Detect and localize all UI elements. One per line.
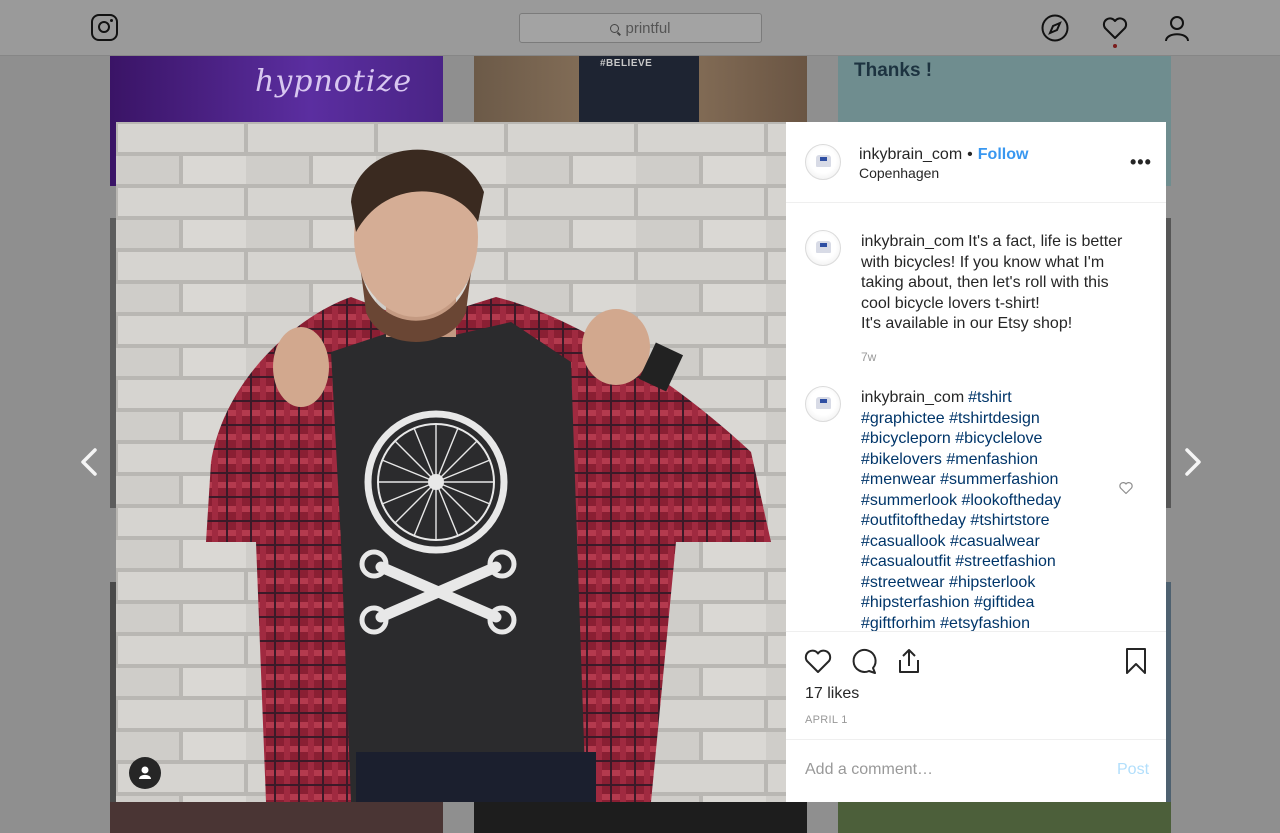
- hashtag-line[interactable]: #giftforhim #etsyfashion: [861, 614, 1141, 632]
- post-details-panel: inkybrain_com • Follow Copenhagen ••• in…: [786, 122, 1166, 802]
- post-author-line: inkybrain_com • Follow: [859, 146, 1028, 164]
- bookmark-icon[interactable]: [1121, 646, 1151, 676]
- caption-line: with bicycles! If you know what I'm: [861, 253, 1105, 271]
- add-comment-bar: Post: [786, 739, 1166, 802]
- caption-line: It's available in our Etsy shop!: [861, 315, 1073, 332]
- hashtag-line[interactable]: #menwear #summerfashion: [861, 470, 1141, 491]
- post-button[interactable]: Post: [1117, 761, 1149, 779]
- caption-line: cool bicycle lovers t-shirt!: [861, 294, 1040, 312]
- more-options-button[interactable]: •••: [1130, 152, 1152, 173]
- search-text: printful: [625, 19, 671, 37]
- chevron-right-icon[interactable]: [1181, 447, 1205, 477]
- post-date: APRIL 1: [805, 714, 848, 726]
- post-username[interactable]: inkybrain_com: [859, 146, 962, 164]
- hashtag-line[interactable]: #graphictee #tshirtdesign: [861, 409, 1141, 430]
- hashtag-line[interactable]: #outfitoftheday #tshirtstore: [861, 511, 1141, 532]
- avatar[interactable]: [805, 386, 841, 422]
- avatar[interactable]: [805, 144, 841, 180]
- caption-line: It's a fact, life is better: [968, 233, 1123, 250]
- comments-list[interactable]: inkybrain_com It's a fact, life is better…: [786, 204, 1166, 631]
- instagram-icon[interactable]: [91, 14, 118, 41]
- notification-dot: [1113, 44, 1117, 48]
- hashtag-line[interactable]: #bicycleporn #bicyclelove: [861, 429, 1141, 450]
- grid-tile[interactable]: [110, 802, 443, 833]
- caption-time[interactable]: 7w: [861, 350, 876, 364]
- caption-line: taking about, then let's roll with this: [861, 274, 1109, 291]
- avatar[interactable]: [805, 230, 841, 266]
- comment: inkybrain_com #tshirt #graphictee #tshirt…: [861, 388, 1141, 631]
- grid-tile[interactable]: [838, 802, 1171, 833]
- tile-text: #BELIEVE: [600, 58, 653, 69]
- likes-count[interactable]: 17 likes: [805, 685, 859, 703]
- hashtag-line[interactable]: #hipsterfashion #giftidea: [861, 593, 1141, 614]
- user-tag-icon[interactable]: [129, 757, 161, 789]
- post-location[interactable]: Copenhagen: [859, 165, 939, 181]
- post-header: inkybrain_com • Follow Copenhagen •••: [786, 122, 1166, 203]
- search-icon: [610, 23, 620, 33]
- person-icon[interactable]: [1162, 13, 1192, 43]
- share-icon[interactable]: [894, 646, 924, 676]
- top-navigation-bar: printful: [0, 0, 1280, 56]
- tile-text: hypnotize: [255, 64, 413, 99]
- hashtag-line[interactable]: #bikelovers #menfashion: [861, 450, 1141, 471]
- comment-username[interactable]: inkybrain_com: [861, 389, 964, 406]
- comment-icon[interactable]: [849, 646, 879, 676]
- search-input[interactable]: printful: [519, 13, 762, 43]
- caption-username[interactable]: inkybrain_com: [861, 233, 964, 250]
- follow-button[interactable]: Follow: [978, 146, 1029, 164]
- grid-tile[interactable]: [474, 802, 807, 833]
- chevron-left-icon[interactable]: [77, 447, 101, 477]
- post-photo[interactable]: [116, 122, 786, 802]
- caption: inkybrain_com It's a fact, life is better…: [861, 232, 1141, 335]
- heart-icon[interactable]: [1100, 13, 1130, 43]
- post-photo-illustration: [116, 122, 786, 802]
- compass-icon[interactable]: [1040, 13, 1070, 43]
- hashtag-line[interactable]: #streetwear #hipsterlook: [861, 573, 1141, 594]
- hashtag-line[interactable]: #casuallook #casualwear: [861, 532, 1141, 553]
- hashtag-line[interactable]: #summerlook #lookoftheday: [861, 491, 1141, 512]
- separator-dot: •: [967, 146, 973, 163]
- heart-outline-icon[interactable]: [803, 646, 833, 676]
- tile-text: Thanks !: [854, 60, 933, 81]
- hashtag-line[interactable]: #casualoutfit #streetfashion: [861, 552, 1141, 573]
- post-actions: 17 likes APRIL 1: [786, 631, 1166, 739]
- comment-input[interactable]: [805, 758, 1095, 782]
- comment-like-icon[interactable]: [1118, 480, 1134, 496]
- hashtag-link[interactable]: #tshirt: [968, 389, 1012, 406]
